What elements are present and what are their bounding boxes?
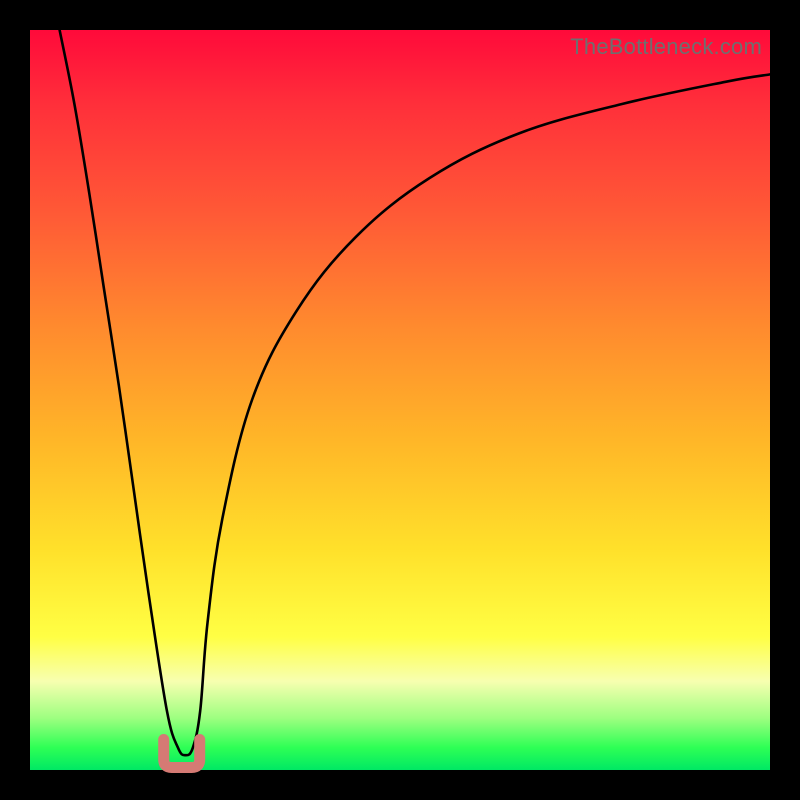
curve-svg-layer [30, 30, 770, 770]
bottleneck-curve [60, 30, 770, 755]
watermark-label: TheBottleneck.com [570, 34, 762, 60]
plot-area: TheBottleneck.com [30, 30, 770, 770]
chart-frame: TheBottleneck.com [30, 30, 770, 770]
